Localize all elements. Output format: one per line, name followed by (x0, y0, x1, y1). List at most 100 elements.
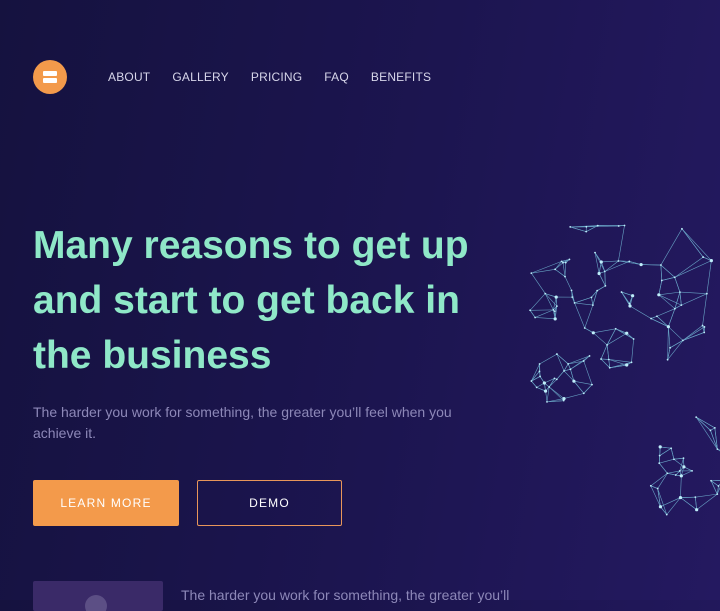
mesh-node (618, 260, 620, 262)
mesh-node (554, 317, 557, 320)
mesh-node (570, 368, 572, 370)
mesh-edge (630, 306, 651, 319)
mesh-node (597, 225, 599, 227)
mesh-node (530, 380, 532, 382)
mesh-edge (584, 361, 592, 385)
network-mesh-illustration (500, 190, 720, 530)
demo-button[interactable]: DEMO (197, 480, 342, 526)
mesh-edge (703, 294, 707, 326)
mesh-node (539, 370, 541, 372)
headline-line-3: the business (33, 334, 271, 377)
mesh-node (656, 315, 658, 317)
feature-thumbnail (33, 581, 163, 611)
mesh-edge (667, 498, 681, 515)
mesh-node (625, 363, 628, 366)
mesh-node (569, 226, 571, 228)
mesh-edge (659, 295, 675, 309)
mesh-edge (681, 471, 692, 476)
hero-headline: Many reasons to get up and start to get … (33, 218, 503, 383)
mesh-edge (683, 326, 703, 341)
mesh-node (571, 289, 573, 291)
mesh-edge (696, 417, 715, 428)
mesh-node (670, 447, 672, 449)
mesh-node (600, 358, 602, 360)
mesh-node (679, 496, 682, 499)
mesh-edge (570, 227, 586, 232)
mesh-node (706, 293, 708, 295)
mesh-edge (661, 265, 675, 277)
mesh-node (594, 252, 596, 254)
mesh-node (609, 367, 611, 369)
mesh-node (695, 416, 697, 418)
mesh-edge (675, 257, 703, 277)
learn-more-button[interactable]: LEARN MORE (33, 480, 179, 526)
mesh-node (657, 293, 660, 296)
headline-line-1: Many reasons to get up (33, 224, 469, 267)
mesh-edge (540, 354, 557, 364)
nav-gallery[interactable]: GALLERY (172, 70, 229, 84)
mesh-edge (680, 292, 707, 294)
mesh-node (569, 259, 571, 261)
mesh-edge (660, 448, 671, 455)
mesh-edge (599, 273, 605, 285)
mesh-edge (605, 272, 606, 286)
mesh-node (591, 384, 593, 386)
mesh-edge (565, 277, 572, 291)
mesh-node (552, 309, 554, 311)
mesh-node (703, 332, 705, 334)
mesh-node (710, 259, 713, 262)
mesh-edge (593, 329, 615, 333)
nav-pricing[interactable]: PRICING (251, 70, 302, 84)
mesh-node (659, 505, 662, 508)
mesh-node (561, 260, 563, 262)
mesh-node (565, 262, 567, 264)
mesh-edge (632, 339, 634, 362)
mesh-node (544, 293, 546, 295)
mesh-edge (670, 340, 683, 347)
mesh-node (556, 305, 558, 307)
mesh-node (674, 276, 676, 278)
nav-about[interactable]: ABOUT (108, 70, 150, 84)
mesh-node (584, 327, 586, 329)
mesh-edge (659, 463, 667, 473)
mesh-edge (618, 225, 624, 261)
mesh-edge (605, 261, 619, 272)
mesh-node (564, 276, 566, 278)
mesh-node (583, 360, 585, 362)
mesh-node (591, 296, 593, 298)
mesh-edge (535, 317, 555, 318)
mesh-node (702, 325, 704, 327)
mesh-edge (601, 359, 610, 368)
mesh-node (675, 474, 677, 476)
mesh-node (529, 309, 531, 311)
mesh-node (608, 359, 610, 361)
mesh-node (679, 291, 681, 293)
mesh-edge (674, 459, 684, 467)
mesh-node (667, 325, 670, 328)
mesh-edge (535, 310, 553, 318)
mesh-node (650, 318, 652, 320)
mesh-edge (668, 327, 683, 341)
mesh-edge (557, 354, 568, 364)
mesh-node (621, 291, 623, 293)
mesh-edge (530, 294, 545, 311)
nav-benefits[interactable]: BENEFITS (371, 70, 431, 84)
logo-icon[interactable] (33, 60, 67, 94)
mesh-node (666, 472, 668, 474)
mesh-edge (682, 229, 711, 261)
mesh-node (704, 326, 706, 328)
mesh-edge (605, 261, 630, 271)
mesh-node (682, 465, 685, 468)
mesh-node (596, 290, 598, 292)
main-nav: ABOUT GALLERY PRICING FAQ BENEFITS (108, 70, 453, 84)
mesh-node (562, 397, 565, 400)
nav-faq[interactable]: FAQ (324, 70, 349, 84)
mesh-node (583, 392, 585, 394)
mesh-edge (657, 309, 675, 317)
mesh-node (667, 359, 669, 361)
mesh-edge (565, 263, 566, 277)
mesh-edge (530, 310, 535, 317)
mesh-node (681, 228, 683, 230)
mesh-edge (682, 229, 703, 257)
mesh-edge (661, 229, 682, 265)
